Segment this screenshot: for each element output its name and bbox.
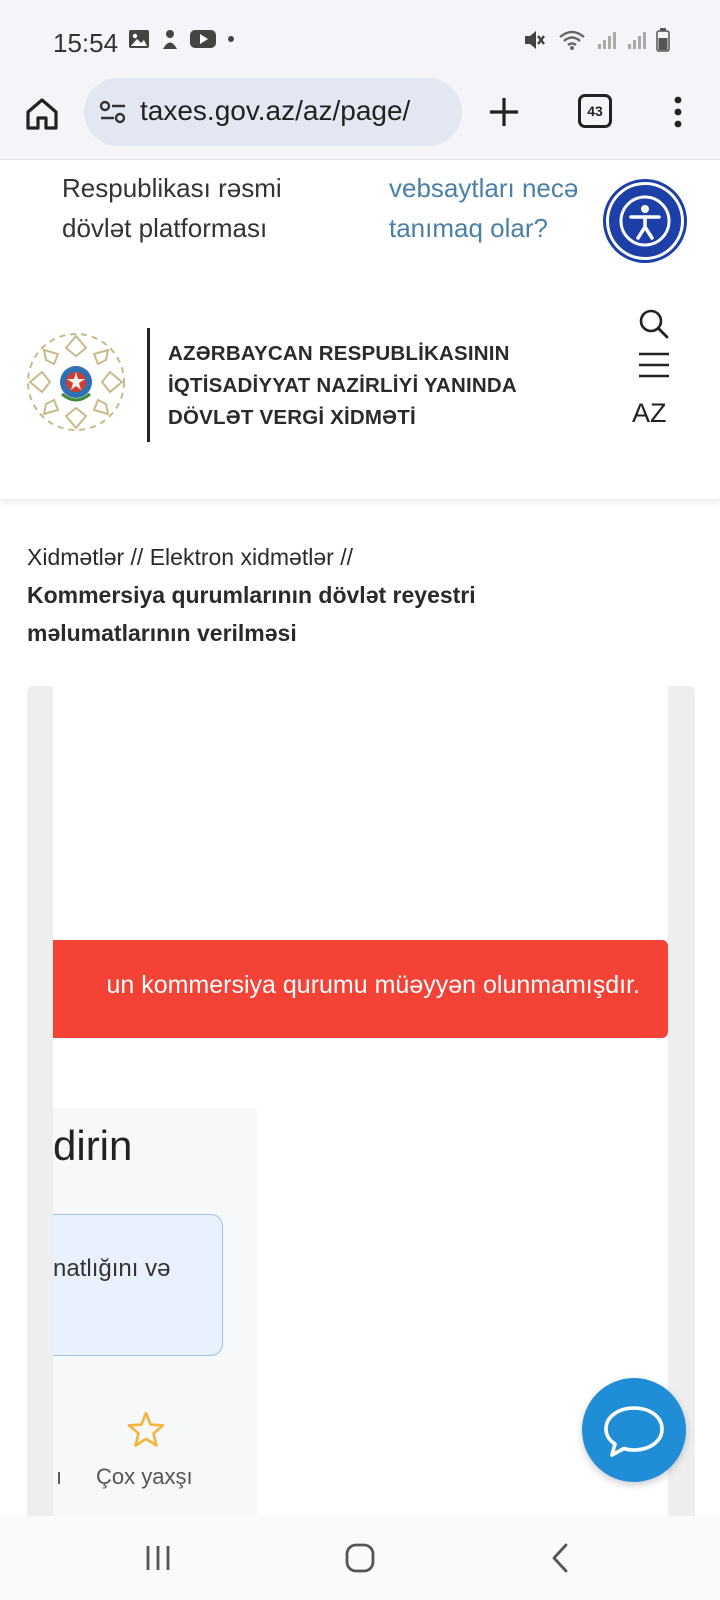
system-icons [522,28,670,52]
org-name-line-1: AZƏRBAYCAN RESPUBLİKASININ [168,342,510,365]
search-icon[interactable] [638,308,670,340]
rating-title: dirin [53,1122,133,1169]
error-alert-text: un kommersiya qurumu müəyyən olunmamışdı… [106,971,640,999]
org-name-line-3: DÖVLƏT VERGİ XİDMƏTİ [168,406,416,429]
back-icon[interactable] [548,1542,572,1574]
header-divider [147,328,150,442]
home-icon[interactable] [22,94,62,134]
breadcrumb-item-e-services[interactable]: Elektron xidmətlər [150,544,334,570]
organization-name[interactable]: AZƏRBAYCAN RESPUBLİKASININ İQTİSADİYYAT … [168,338,517,434]
dot-icon [228,36,234,42]
chat-button[interactable] [582,1378,686,1482]
breadcrumb-item-services[interactable]: Xidmətlər [27,544,124,570]
recognize-link-line-1[interactable]: vebsaytları necə [389,168,629,208]
home-nav-icon[interactable] [344,1542,376,1574]
chat-bubble-icon [604,1406,664,1457]
gov-text-line-2: dövlət platforması [62,213,268,243]
breadcrumb-separator: // [130,544,144,570]
status-bar: 15:54 [0,0,720,78]
breadcrumb-separator: // [340,544,353,570]
hamburger-menu-icon[interactable] [638,352,670,378]
comment-textarea[interactable]: natlığını və [53,1214,223,1356]
star-icon[interactable] [126,1410,166,1450]
new-tab-icon[interactable] [484,92,524,132]
notification-icons [128,28,236,50]
breadcrumb: Xidmətlər // Elektron xidmətlər // Komme… [27,538,687,652]
recent-apps-icon[interactable] [143,1544,173,1572]
rating-option-partial-label: ı [56,1464,63,1489]
wifi-icon [559,30,585,50]
org-name-line-2: İQTİSADİYYAT NAZİRLİYİ YANINDA [168,374,517,397]
site-header: AZƏRBAYCAN RESPUBLİKASININ İQTİSADİYYAT … [0,270,720,500]
tab-switcher-button[interactable]: 43 [578,94,612,128]
url-text[interactable]: taxes.gov.az/az/page/ [140,95,456,127]
accessibility-button[interactable] [606,182,684,260]
rating-option-label[interactable]: Çox yaxşı [96,1464,193,1490]
frame-left-border [27,686,53,1516]
error-alert: un kommersiya qurumu müəyyən olunmamışdı… [53,940,668,1038]
browser-toolbar: taxes.gov.az/az/page/ 43 [0,78,720,160]
gov-platform-text: Respublikası rəsmi dövlət platforması [62,168,362,248]
emblem-logo[interactable] [22,328,130,436]
site-settings-icon[interactable] [98,99,128,125]
rating-panel: dirin natlığını və ı Çox yaxşı [53,1108,257,1516]
recognize-link-line-2[interactable]: tanımaq olar? [389,208,629,248]
gov-text-line-1: Respublikası rəsmi [62,173,282,203]
comment-placeholder: natlığını və [53,1255,171,1282]
gallery-icon [129,30,149,48]
app-notification-icon [163,30,177,49]
accessibility-icon [619,195,671,247]
signal-icon-1 [598,32,616,49]
address-bar[interactable]: taxes.gov.az/az/page/ [84,78,462,146]
mute-icon [525,31,545,49]
system-navigation-bar [0,1516,720,1600]
youtube-icon [190,30,216,48]
language-selector[interactable]: AZ [632,398,667,429]
signal-icon-2 [628,32,646,49]
more-options-icon[interactable] [666,92,690,132]
recognize-websites-link[interactable]: vebsaytları necə tanımaq olar? [389,168,629,248]
status-time: 15:54 [53,28,119,58]
battery-icon [656,28,670,52]
breadcrumb-current: Kommersiya qurumlarının dövlət reyestri … [27,582,476,646]
